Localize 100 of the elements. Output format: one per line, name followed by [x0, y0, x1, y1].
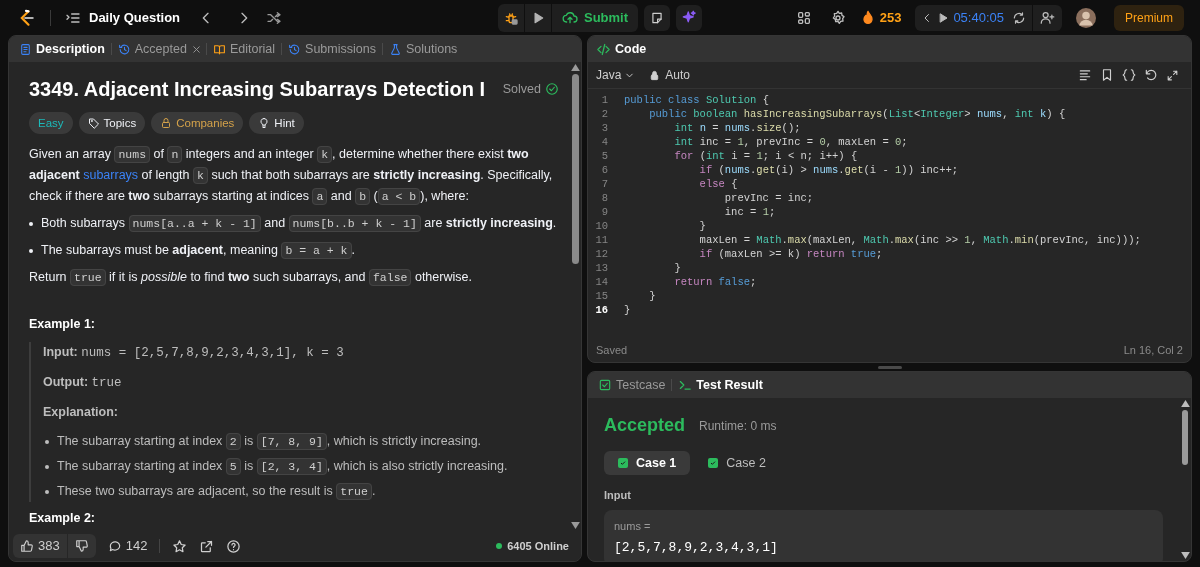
comments-button[interactable]: 142 [107, 536, 148, 556]
streak-count: 253 [879, 8, 902, 27]
example-line: Explanation: [43, 404, 119, 421]
scroll-up-icon[interactable] [570, 64, 580, 71]
note-icon [650, 10, 665, 25]
assistant-button[interactable] [676, 4, 703, 31]
timer-display: 05:40:05 [953, 8, 1004, 27]
code-line: } [673, 261, 681, 277]
panel-tab[interactable]: Submissions [286, 39, 378, 59]
example-line: Output: true [43, 374, 123, 392]
code-line: prevInc = inc; [723, 191, 814, 207]
cursor-position: Ln 16, Col 2 [1123, 342, 1183, 358]
help-icon[interactable] [226, 538, 242, 554]
play-icon[interactable] [937, 11, 950, 24]
example-heading: Example 2: [29, 510, 96, 527]
line-number: 1 [600, 93, 609, 109]
lock-icon [649, 69, 661, 81]
code-line: } [623, 303, 631, 319]
panel-tab[interactable]: Description [17, 39, 107, 59]
close-button[interactable] [190, 43, 202, 55]
subarrays-link[interactable]: subarrays [83, 168, 139, 182]
solved-status: Solved [502, 81, 541, 98]
panel-tab[interactable]: Accepted [115, 39, 189, 59]
scroll-down-icon[interactable] [570, 522, 580, 529]
share-icon[interactable] [199, 538, 215, 554]
case-tab[interactable]: Case 2 [694, 451, 780, 475]
bookmark-icon[interactable] [1100, 68, 1114, 82]
panel-tab[interactable]: Solutions [386, 39, 460, 59]
resize-handle[interactable] [877, 365, 902, 369]
scrollbar-thumb[interactable] [571, 74, 579, 264]
tag-chip[interactable]: Hint [249, 112, 304, 134]
shuffle-icon[interactable] [266, 9, 283, 26]
return-note: Return true if it is possible to find two such subarrays, and false otherwise. [29, 268, 473, 288]
lock-icon [160, 117, 173, 129]
mode-button[interactable]: Auto [649, 66, 691, 84]
problem-statement: Given an array nums of n integers and an integer k , determine whether there exist two adjacent subarrays of length k such that both subarrays are strictly increasing. Specifically, check if there are two subarrays starting at indices a and b ( a < b ), where: [29, 145, 554, 207]
code-line: } [698, 219, 706, 235]
book-icon [212, 42, 226, 56]
tag-chip[interactable]: Easy [29, 112, 73, 134]
reset-icon[interactable] [1012, 10, 1026, 25]
flask-icon [388, 42, 402, 56]
condition-text: Both subarrays nums[a..a + k - 1] and nums[b..b + k - 1] are strictly increasing. [41, 214, 557, 234]
condition-text: The subarrays must be adjacent, meaning b = a + k . [41, 241, 355, 261]
cloud-upload-icon [561, 9, 578, 26]
add-user-icon [1040, 10, 1055, 25]
problem-title: 3349. Adjacent Increasing Subarrays Detection I [29, 79, 486, 99]
line-number: 16 [594, 303, 609, 319]
scroll-down-icon[interactable] [1180, 552, 1190, 559]
comment-icon [107, 539, 122, 553]
explanation-text: The subarray starting at index 2 is [7, 8, 9] , which is strictly increasing. [57, 432, 482, 452]
close-icon [190, 43, 202, 55]
line-number: 14 [594, 275, 609, 291]
terminal-icon [678, 378, 693, 392]
example-heading: Example 1: [29, 316, 96, 333]
format-icon[interactable] [1078, 68, 1092, 82]
lightbulb-icon [258, 117, 271, 129]
example-line: Input: nums = [2,5,7,8,9,2,3,4,3,1], k = 3 [43, 344, 345, 362]
layout-icon[interactable] [795, 9, 812, 26]
avatar[interactable] [1076, 7, 1096, 28]
case-tab[interactable]: Case 1 [604, 451, 691, 475]
input-value: [2,5,7,8,9,2,3,4,3,1] [614, 539, 779, 557]
note-button[interactable] [644, 4, 671, 31]
code-line: inc = 1; [723, 205, 776, 221]
code-line: } [648, 289, 656, 305]
language-select[interactable]: Java [596, 66, 636, 84]
line-number: 5 [600, 149, 609, 165]
code-line: for (int i = 1; i < n; i++) { [673, 149, 858, 165]
scroll-up-icon[interactable] [1180, 400, 1190, 407]
code-line: int n = nums.size(); [673, 121, 801, 137]
tag-icon [87, 117, 100, 129]
explanation-text: These two subarrays are adjacent, so the result is true . [57, 482, 376, 502]
code-line: return false; [673, 275, 757, 291]
tag-chip[interactable]: Topics [78, 112, 146, 134]
panel-tab[interactable]: Test Result [678, 375, 763, 395]
explanation-text: The subarray starting at index 5 is [2, 3, 4] , which is also strictly increasing. [57, 457, 508, 477]
line-number: 4 [600, 135, 609, 151]
scrollbar-thumb[interactable] [1182, 410, 1188, 465]
code-line: if (nums.get(i) > nums.get(i - 1)) inc++; [698, 163, 959, 179]
premium-button[interactable]: Premium [1114, 4, 1184, 31]
code-line: if (maxLen >= k) return true; [698, 247, 883, 263]
line-number: 12 [594, 247, 609, 263]
line-number: 6 [600, 163, 609, 179]
tag-chip[interactable]: Companies [151, 112, 244, 134]
code-line: maxLen = Math.max(maxLen, Math.max(inc >> 1, Math.min(prevInc, inc))); [698, 233, 1141, 249]
star-icon[interactable] [172, 538, 188, 554]
braces-icon[interactable] [1122, 68, 1136, 82]
undo-icon[interactable] [1144, 68, 1158, 82]
expand-icon[interactable] [1166, 68, 1179, 82]
check-circle-icon [545, 82, 559, 96]
line-number: 2 [600, 107, 609, 123]
online-count: 6405 Online [507, 538, 569, 554]
line-number: 11 [594, 233, 609, 249]
panel-tab[interactable]: Testcase [598, 375, 666, 395]
line-number: 13 [594, 261, 609, 277]
input-name: nums = [614, 518, 652, 534]
problem-list-button[interactable]: Daily Question [65, 7, 181, 28]
document-icon [19, 42, 32, 56]
panel-tab[interactable]: Editorial [210, 39, 278, 59]
input-label: Input [604, 488, 632, 503]
thumbs-up-icon [20, 539, 34, 553]
